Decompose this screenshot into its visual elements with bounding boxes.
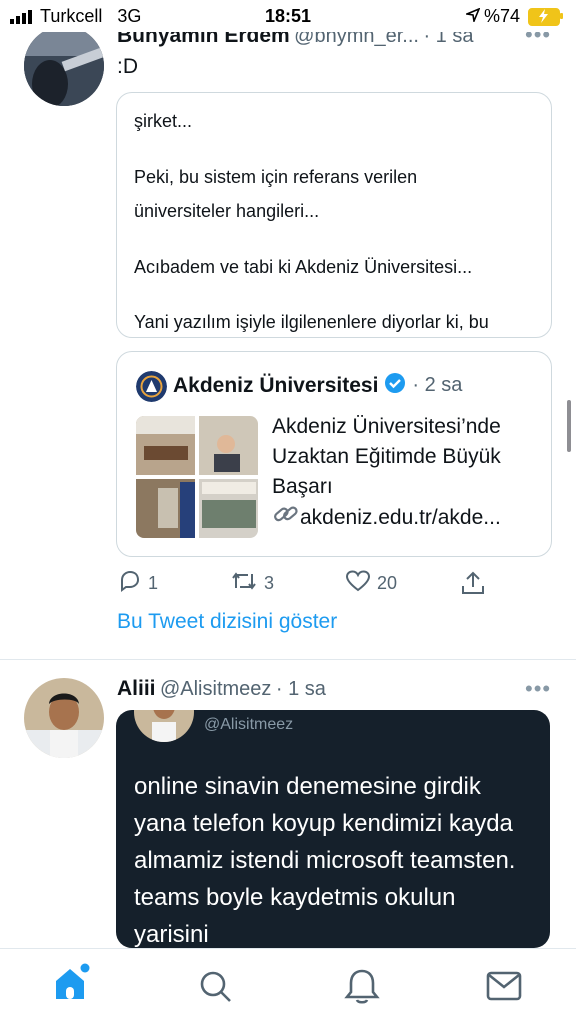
verified-icon <box>384 372 406 399</box>
card-title-line: Uzaktan Eğitimde Büyük <box>272 445 501 468</box>
link-icon <box>272 502 300 535</box>
reply-count: 1 <box>148 573 159 593</box>
author-name[interactable]: Aliii <box>117 677 156 700</box>
image-text-line: yarisini <box>134 921 209 948</box>
quoted-line: Acıbadem ve tabi ki Akdeniz Üniversitesi… <box>134 257 473 277</box>
image-text-line: almamiz istendi microsoft teamsten. <box>134 847 516 874</box>
link-thumbnail[interactable] <box>136 416 258 538</box>
avatar[interactable] <box>24 678 104 758</box>
tab-search[interactable] <box>198 969 234 1005</box>
author-handle[interactable]: @Alisitmeez <box>160 678 271 700</box>
notifications-icon <box>344 969 380 1009</box>
share-button[interactable] <box>460 570 486 601</box>
tweet-time: · 1 sa <box>275 678 326 700</box>
university-logo[interactable] <box>136 371 167 402</box>
more-icon[interactable]: ••• <box>525 676 551 702</box>
image-handle: @Alisitmeez <box>204 716 294 733</box>
card-time: · 2 sa <box>412 374 463 396</box>
card-url[interactable]: akdeniz.edu.tr/akde... <box>300 506 501 529</box>
scroll-indicator[interactable] <box>567 400 571 452</box>
like-count: 20 <box>377 573 398 593</box>
retweet-count: 3 <box>264 573 275 593</box>
link-card[interactable]: Akdeniz Üniversitesi · 2 sa Akdeniz Üniv… <box>116 351 552 557</box>
tab-bar <box>0 948 576 1025</box>
reply-button[interactable]: 1 <box>118 570 158 597</box>
image-text-line: yana telefon koyup kendimizi kayda <box>134 810 513 837</box>
retweet-button[interactable]: 3 <box>230 570 274 597</box>
tab-home[interactable] <box>52 963 92 1003</box>
home-icon <box>52 963 92 1007</box>
location-icon <box>464 6 481 27</box>
show-thread-link[interactable]: Bu Tweet dizisini göster <box>117 610 337 634</box>
avatar[interactable] <box>24 26 104 106</box>
tab-messages[interactable] <box>486 971 522 1001</box>
search-icon <box>198 971 234 1009</box>
quoted-line: şirket... <box>134 111 193 131</box>
share-icon <box>460 570 486 601</box>
quoted-line: Yani yazılım işiyle ilgilenenlere diyorl… <box>134 312 489 332</box>
battery-percentage: %74 <box>483 6 520 26</box>
tab-notifications[interactable] <box>344 967 380 1005</box>
image-text-line: online sinavin denemesine girdik <box>134 773 481 800</box>
card-account-name[interactable]: Akdeniz Üniversitesi <box>173 374 378 398</box>
battery-icon <box>528 7 563 26</box>
quoted-line: üniversiteler hangileri... <box>134 201 320 221</box>
quoted-line: Peki, bu sistem için referans verilen <box>134 167 418 187</box>
tweet-image[interactable]: @Alisitmeez online sinavin denemesine gi… <box>116 710 550 948</box>
card-title-line: Akdeniz Üniversitesi’nde <box>272 415 501 438</box>
card-title-line: Başarı <box>272 475 333 498</box>
messages-icon <box>486 971 522 1005</box>
status-bar: Turkcell 3G 18:51 %74 <box>0 0 576 32</box>
image-text-line: teams boyle kaydetmis okulun <box>134 884 456 911</box>
tweet-text: :D <box>117 55 138 78</box>
image-avatar <box>134 710 194 742</box>
like-button[interactable]: 20 <box>345 570 397 597</box>
heart-icon <box>345 570 371 597</box>
quoted-tweet[interactable]: şirket... Peki, bu sistem için referans … <box>116 92 552 338</box>
tweet-divider <box>0 659 576 660</box>
reply-icon <box>118 570 142 597</box>
retweet-icon <box>230 570 258 597</box>
